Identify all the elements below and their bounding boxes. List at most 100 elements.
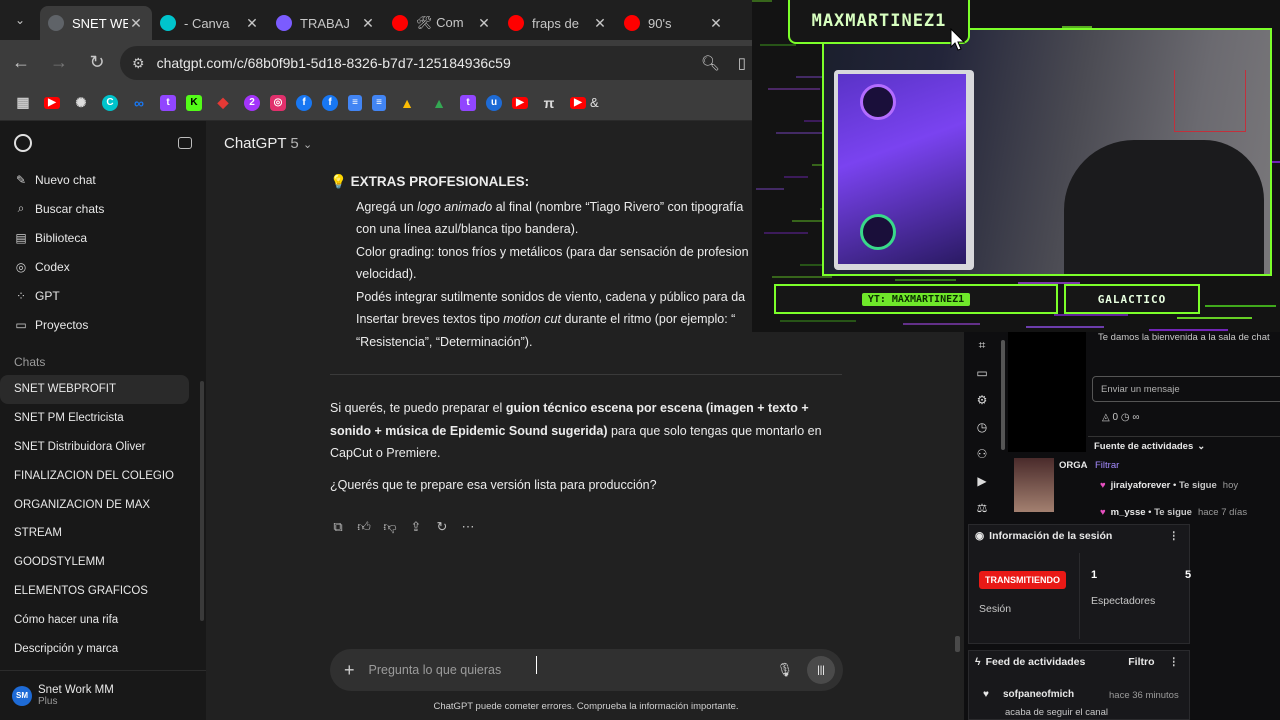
- mod-icon[interactable]: ⚖: [977, 501, 988, 515]
- bookmark-docs-icon[interactable]: ≡: [372, 94, 386, 111]
- sidebar-item-gpt[interactable]: ⁘ GPT: [0, 281, 206, 310]
- users-icon[interactable]: ⚇: [977, 447, 988, 461]
- sidebar-item-biblioteca[interactable]: ▤ Biblioteca: [0, 223, 206, 252]
- close-icon[interactable]: ✕: [128, 15, 144, 32]
- chat-list-item[interactable]: ORGANIZACION DE MAX: [0, 490, 200, 519]
- browser-tab[interactable]: 🛠 Com ✕: [384, 6, 500, 40]
- close-icon[interactable]: ✕: [592, 15, 608, 32]
- bookmark-canva-icon[interactable]: C: [102, 94, 118, 111]
- sidebar-scrollbar[interactable]: [198, 121, 204, 720]
- bookmark-kick-icon[interactable]: K: [186, 94, 202, 111]
- browser-tab[interactable]: TRABAJ ✕: [268, 6, 384, 40]
- chat-list-item[interactable]: STREAM: [0, 519, 200, 548]
- chat-message-input[interactable]: Enviar un mensaje: [1092, 376, 1280, 402]
- sidebar-item-buscar-chats[interactable]: ⌕ Buscar chats: [0, 194, 206, 223]
- voice-mode-icon[interactable]: |||: [807, 656, 835, 684]
- bookmark-u-icon[interactable]: u: [486, 94, 502, 111]
- close-icon[interactable]: ✕: [360, 15, 376, 32]
- bookmark-instagram-icon[interactable]: ◎: [270, 94, 286, 111]
- chat-list-item[interactable]: FINALIZACION DEL COLEGIO: [0, 461, 200, 490]
- microphone-icon[interactable]: 🎙︎: [776, 662, 793, 678]
- zoom-icon[interactable]: 🔍︎: [701, 54, 720, 72]
- chatgpt-logo-icon[interactable]: [14, 134, 32, 152]
- browser-tab[interactable]: SNET WE ✕: [40, 6, 152, 40]
- dashboard-scrollbar[interactable]: [1001, 340, 1005, 450]
- bookmark-red-icon[interactable]: ◆: [212, 93, 234, 113]
- sidebar-toggle-icon[interactable]: [178, 137, 192, 149]
- feed-thumbnail: [1014, 458, 1054, 512]
- tab-search-button[interactable]: ⌄: [4, 4, 36, 36]
- bookmark-twitch-icon[interactable]: t: [160, 94, 176, 111]
- site-settings-icon[interactable]: ⚙: [132, 55, 145, 72]
- heart-icon: [276, 15, 292, 31]
- forward-button[interactable]: →: [42, 46, 76, 80]
- filter-button[interactable]: Filtro: [1128, 656, 1154, 668]
- channel-points[interactable]: ◬ 0 ◷ ∞: [1102, 412, 1139, 423]
- model-selector[interactable]: ChatGPT 5 ⌄: [224, 135, 312, 152]
- chat-list-item[interactable]: SNET WEBPROFIT: [0, 375, 189, 404]
- activity-feed-header[interactable]: Fuente de actividades ⌄: [1088, 436, 1280, 456]
- prompt-placeholder[interactable]: Pregunta lo que quieras: [369, 663, 777, 677]
- chat-list-item[interactable]: Cómo hacer una rifa: [0, 605, 200, 634]
- chat-list-item[interactable]: SNET Distribuidora Oliver: [0, 433, 200, 462]
- reload-button[interactable]: ↻: [80, 46, 114, 80]
- feed-user[interactable]: m_ysse: [1111, 507, 1146, 518]
- bookmark-facebook-icon[interactable]: f: [296, 94, 312, 111]
- bookmark-messenger-icon[interactable]: 2: [244, 94, 260, 111]
- glitch-line: [1149, 329, 1228, 331]
- document-icon[interactable]: ▯: [738, 54, 746, 72]
- more-vertical-icon[interactable]: ⋮: [1169, 530, 1180, 542]
- prompt-input[interactable]: + Pregunta lo que quieras 🎙︎ |||: [330, 649, 843, 691]
- bookmark-twitch2-icon[interactable]: t: [460, 94, 476, 111]
- close-icon[interactable]: ✕: [708, 15, 724, 32]
- camera-icon[interactable]: ▶: [977, 474, 986, 488]
- grid-icon: ⁘: [15, 288, 27, 303]
- share-icon[interactable]: ⇪: [408, 519, 424, 535]
- filter-link[interactable]: Filtrar: [1095, 460, 1119, 471]
- bookmark-facebook2-icon[interactable]: f: [322, 94, 338, 111]
- browser-tab[interactable]: 90's ✕: [616, 6, 732, 40]
- chat-list-item[interactable]: Descripción y marca: [0, 634, 200, 663]
- more-vertical-icon[interactable]: ⋮: [1169, 656, 1180, 668]
- thumbs-up-icon[interactable]: 👍︎: [356, 519, 372, 535]
- activity-user: sofpaneofmich: [1002, 689, 1075, 700]
- main-scrollbar[interactable]: [955, 636, 960, 652]
- crop-icon[interactable]: ⌗: [979, 338, 986, 353]
- media-icon[interactable]: ▭: [976, 366, 987, 380]
- close-icon[interactable]: ✕: [244, 15, 260, 32]
- sidebar-item-codex[interactable]: ◎ Codex: [0, 252, 206, 281]
- more-icon[interactable]: ⋯: [460, 519, 476, 535]
- settings-icon[interactable]: ⚙: [977, 393, 988, 407]
- bookmark-chatgpt-icon[interactable]: ✺: [70, 93, 92, 113]
- thumbs-down-icon[interactable]: 👎︎: [382, 519, 398, 535]
- user-profile[interactable]: SM Snet Work MM Plus: [0, 670, 206, 720]
- bookmark-youtube-icon[interactable]: ▶: [44, 96, 60, 109]
- browser-tab-bar: ⌄ SNET WE ✕ - Canva ✕ TRABAJ ✕ 🛠 Com ✕ f…: [0, 0, 760, 40]
- channel-name-banner: MAXMARTINEZ1: [788, 0, 970, 44]
- regenerate-icon[interactable]: ↻: [434, 519, 450, 535]
- bookmark-youtube3-icon[interactable]: ▶: [570, 96, 586, 109]
- chat-list-item[interactable]: GOODSTYLEMM: [0, 548, 200, 577]
- back-button[interactable]: ←: [4, 46, 38, 80]
- chat-list-item[interactable]: ELEMENTOS GRAFICOS: [0, 577, 200, 606]
- address-bar[interactable]: ⚙ chatgpt.com/c/68b0f9b1-5d18-8326-b7d7-…: [120, 46, 760, 80]
- plus-icon[interactable]: +: [344, 660, 355, 681]
- browser-tab[interactable]: fraps de ✕: [500, 6, 616, 40]
- bookmark-pi-icon[interactable]: π: [538, 93, 560, 113]
- apps-grid-icon[interactable]: ▦: [12, 93, 34, 113]
- sidebar-item-nuevo-chat[interactable]: ✎ Nuevo chat: [0, 165, 206, 194]
- chat-list-item[interactable]: SNET PM Electricista: [0, 404, 200, 433]
- sidebar-item-proyectos[interactable]: ▭ Proyectos: [0, 310, 206, 339]
- bookmark-youtube2-icon[interactable]: ▶: [512, 96, 528, 109]
- bookmark-forms-icon[interactable]: ≡: [348, 94, 362, 111]
- bookmark-drive2-icon[interactable]: ▲: [428, 93, 450, 113]
- close-icon[interactable]: ✕: [476, 15, 492, 32]
- timer-icon[interactable]: ◷: [977, 420, 987, 434]
- copy-icon[interactable]: ⧉: [330, 519, 346, 535]
- channel-name: MAXMARTINEZ1: [811, 11, 947, 31]
- bookmark-ampersand[interactable]: &: [590, 95, 599, 110]
- bookmark-drive-icon[interactable]: ▲: [396, 93, 418, 113]
- browser-tab[interactable]: - Canva ✕: [152, 6, 268, 40]
- feed-user[interactable]: jiraiyaforever: [1111, 480, 1171, 491]
- bookmark-meta-icon[interactable]: ∞: [128, 93, 150, 113]
